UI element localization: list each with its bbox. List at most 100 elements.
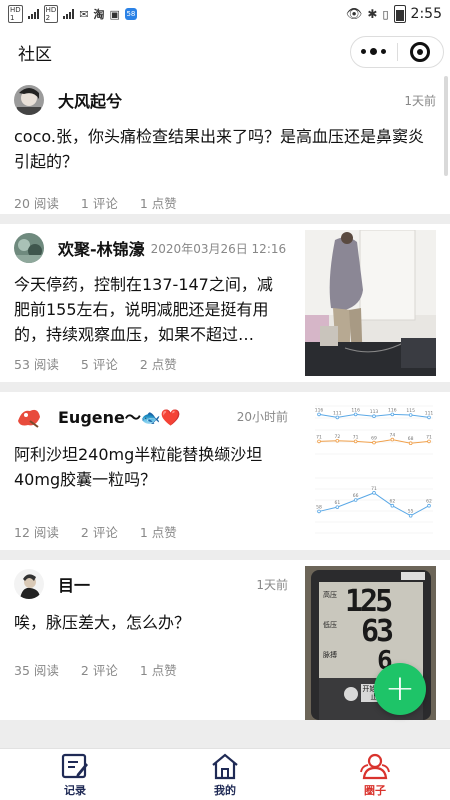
like-count[interactable]: 1 点赞 [140,522,177,541]
post-content: 目一 1天前 唉，脉压差大，怎么办？ 35 阅读 2 评论 1 点赞 [14,560,288,684]
post-feed[interactable]: 大风起兮 1天前 coco.张，你头痛检查结果出来了吗？是高血压还是鼻窦炎引起的… [0,76,450,748]
post-stats: 35 阅读 2 评论 1 点赞 [14,654,288,684]
diastolic-point [427,439,431,444]
monitor-diastolic-value: 63 [361,614,394,649]
comment-count[interactable]: 5 评论 [81,354,118,373]
systolic-point [335,415,340,420]
post-text[interactable]: 唉，脉压差大，怎么办？ [14,608,288,654]
post-author-row: Eugene～🐟❤️ 20小时前 [14,392,288,440]
systolic-point [372,414,376,419]
heart-rate-point [372,491,376,495]
more-menu-icon[interactable] [351,48,397,55]
comment-count[interactable]: 2 评论 [81,660,118,679]
tab-mine-label: 我的 [214,784,236,797]
systolic-point [427,415,431,420]
tab-mine[interactable]: 我的 [150,749,300,800]
miniprogram-capsule [350,36,444,68]
post-photo[interactable] [305,230,436,376]
taobao-icon: 淘 [93,8,105,21]
post-author-row: 欢聚-林锦濠 2020年03月26日 12:16 [14,224,288,272]
like-count[interactable]: 1 点赞 [140,193,177,212]
hd-signal-icon-2: HD 2 [43,5,59,23]
heart-rate-value-label: 55 [408,509,414,515]
diastolic-value-label: 74 [389,433,395,439]
group-icon [360,753,390,780]
systolic-value-label: 111 [425,410,434,416]
post-time: 20小时前 [236,409,288,424]
status-right: 👁 ✱ ▯ 2:55 [346,5,442,23]
vibrate-icon: ▯ [382,7,389,21]
home-icon [212,753,238,780]
diastolic-point [372,440,376,445]
author-name[interactable]: 欢聚-林锦濠 [58,236,145,260]
heart-rate-point [427,503,431,508]
comment-count[interactable]: 1 评论 [81,193,118,212]
heart-rate-point [317,509,321,514]
like-count[interactable]: 1 点赞 [140,660,177,679]
post-card[interactable]: 欢聚-林锦濠 2020年03月26日 12:16 今天停药，控制在137-147… [0,224,450,382]
author-name[interactable]: Eugene～🐟❤️ [58,404,181,428]
read-count: 12 阅读 [14,524,59,540]
comment-count[interactable]: 2 评论 [81,522,118,541]
author-name[interactable]: 目一 [58,572,90,596]
systolic-point [390,412,395,417]
tab-record[interactable]: 记录 [0,749,150,800]
diastolic-point [390,437,395,442]
systolic-point [408,413,413,417]
tab-record-label: 记录 [64,784,86,797]
post-stats: 53 阅读 5 评论 2 点赞 [14,347,288,379]
author-name[interactable]: 大风起兮 [58,88,122,112]
page-title: 社区 [18,44,52,65]
post-text[interactable]: coco.张，你头痛检查结果出来了吗？是高血压还是鼻窦炎引起的？ [14,124,436,180]
diastolic-value-label: 71 [426,434,432,440]
bluetooth-icon: ✱ [367,7,378,21]
heart-rate-value-label: 71 [371,486,377,492]
close-miniprogram-icon[interactable] [397,42,443,62]
post-text[interactable]: 阿利沙坦240mg半粒能替换缬沙坦40mg胶囊一粒吗？ [14,440,288,515]
post-text[interactable]: 今天停药，控制在137-147之间，减肥前155左右，说明减肥还是挺有用的，持续… [14,272,288,347]
eye-icon: 👁 [345,6,363,22]
avatar[interactable] [14,85,44,115]
heart-rate-value-label: 61 [334,500,340,506]
diastolic-value-label: 69 [371,436,377,442]
diastolic-value-label: 71 [316,434,322,440]
add-post-button[interactable]: + [374,663,426,715]
signal-icon [27,9,39,19]
message-icon: ✉ [79,7,89,21]
edit-note-icon [61,753,88,779]
scrollbar[interactable] [444,76,448,176]
post-author-row: 大风起兮 1天前 [14,76,436,124]
heart-rate-value-label: 66 [353,493,359,499]
video-icon: ▣ [109,7,120,21]
diastolic-value-label: 68 [408,436,414,442]
tab-circle-label: 圈子 [364,784,386,797]
diastolic-point [317,439,321,444]
avatar[interactable] [14,401,44,431]
navigation-bar: 社区 [0,28,450,76]
status-left: HD 1 HD 2 ✉ 淘 ▣ 58 [8,5,137,23]
heart-rate-point [335,505,340,509]
diastolic-point [335,438,340,443]
like-count[interactable]: 2 点赞 [140,354,177,373]
systolic-value-label: 115 [406,408,415,414]
monitor-label-diastolic: 低压 [323,621,337,629]
post-time: 2020年03月26日 12:16 [150,241,287,256]
post-stats: 20 阅读 1 评论 1 点赞 [14,182,436,222]
avatar[interactable] [14,569,44,599]
heart-rate-value-label: 58 [316,504,322,510]
bottom-tab-bar: 记录 我的 圈子 [0,748,450,800]
heart-rate-point [353,498,358,502]
post-card[interactable]: 大风起兮 1天前 coco.张，你头痛检查结果出来了吗？是高血压还是鼻窦炎引起的… [0,76,450,214]
read-count: 35 阅读 [14,662,59,678]
diastolic-value-label: 71 [353,434,359,440]
tab-circle[interactable]: 圈子 [300,749,450,800]
hd-signal-icon: HD 1 [8,5,23,23]
avatar[interactable] [14,233,44,263]
systolic-value-label: 116 [388,407,397,413]
post-author-row: 目一 1天前 [14,560,288,608]
post-time: 1天前 [404,93,436,108]
post-card[interactable]: Eugene～🐟❤️ 20小时前 阿利沙坦240mg半粒能替换缬沙坦40mg胶囊… [0,392,450,550]
heart-rate-point [390,503,395,508]
bp-chart-svg: 116 111 116 113 116 115 111 71 72 71 69 74 68 71 58 61 6… [315,405,434,534]
post-chart-image[interactable]: 116 111 116 113 116 115 111 71 72 71 69 74 68 71 58 61 6… [305,400,436,544]
